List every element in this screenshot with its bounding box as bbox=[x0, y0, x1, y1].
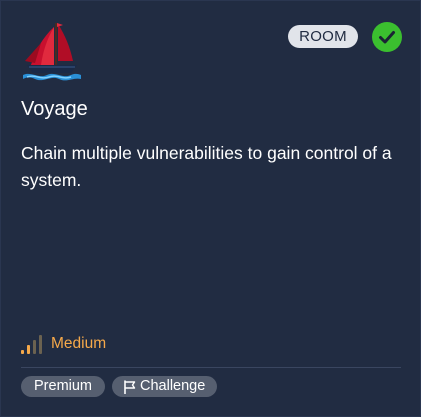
tag-label: Challenge bbox=[140, 378, 206, 394]
tag-challenge: Challenge bbox=[112, 376, 218, 397]
sailboat-icon bbox=[23, 23, 81, 81]
room-type-badge: ROOM bbox=[288, 25, 358, 48]
flag-icon bbox=[124, 379, 136, 394]
divider bbox=[21, 367, 401, 368]
room-description: Chain multiple vulnerabilities to gain c… bbox=[21, 143, 392, 190]
room-title[interactable]: Voyage bbox=[21, 98, 88, 121]
tag-premium: Premium bbox=[21, 376, 106, 397]
room-card[interactable]: ROOM Voyage Chain multiple vulnerabiliti… bbox=[0, 0, 421, 417]
check-circle-icon bbox=[372, 22, 402, 52]
difficulty-label: Medium bbox=[51, 335, 107, 352]
difficulty-indicator: Medium bbox=[21, 333, 106, 355]
tag-label: Premium bbox=[34, 378, 93, 394]
tag-list: Premium Challenge bbox=[21, 376, 218, 397]
signal-bars-icon bbox=[21, 335, 42, 354]
